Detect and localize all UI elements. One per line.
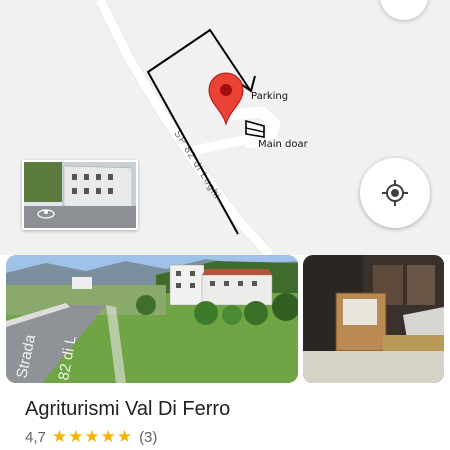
compass-icon xyxy=(380,0,428,20)
review-count[interactable]: (3) xyxy=(139,429,157,446)
my-location-button[interactable] xyxy=(360,158,430,228)
photo-strip: Strada 82 di L xyxy=(0,255,450,385)
place-sheet[interactable]: Agriturismi Val Di Ferro 4,7 ★★★★★ (3) xyxy=(0,385,450,450)
parking-annotation: Parking xyxy=(251,91,289,102)
photo-landscape: Strada 82 di L xyxy=(6,255,298,383)
main-door-annotation: Main doar xyxy=(258,139,308,150)
my-location-icon xyxy=(382,180,408,206)
photo-secondary[interactable] xyxy=(303,255,444,383)
photo-interior xyxy=(303,255,444,383)
rating-row[interactable]: 4,7 ★★★★★ (3) xyxy=(25,427,157,447)
place-title: Agriturismi Val Di Ferro xyxy=(25,398,231,420)
street-view-image xyxy=(24,162,136,228)
star-rating-icon: ★★★★★ xyxy=(51,427,134,446)
map-view[interactable]: SP 82 di Lughi Parking Main doar xyxy=(0,0,450,259)
photo-main[interactable]: Strada 82 di L xyxy=(6,255,298,383)
rating-value: 4,7 xyxy=(25,428,46,446)
street-view-thumbnail[interactable] xyxy=(22,160,138,230)
compass-button[interactable] xyxy=(380,0,428,20)
